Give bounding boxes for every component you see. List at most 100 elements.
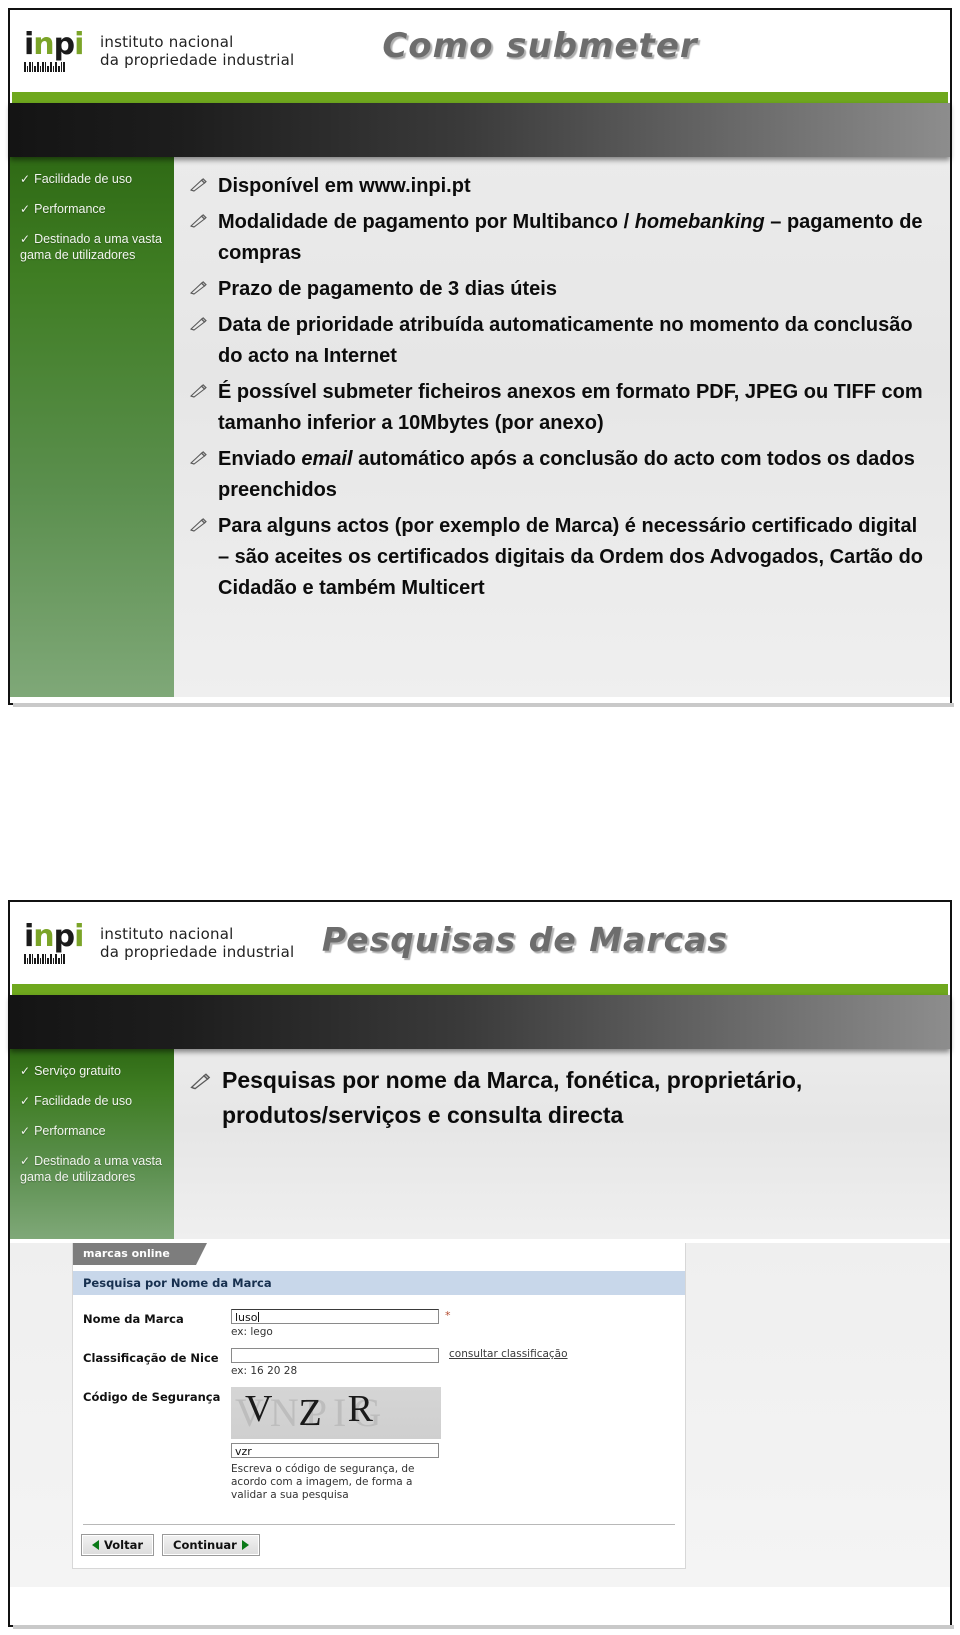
bullet-item: Pesquisas por nome da Marca, fonética, p… [188,1063,928,1133]
bullet-text: Modalidade de pagamento por Multibanco /… [218,211,923,264]
sidebar-item: ✓ Performance [20,201,166,217]
text-caret [257,1312,259,1322]
form-row-classificacao-de-nice: Classificação de Nice consultar classifi… [83,1348,685,1377]
bullet-item: É possível submeter ficheiros anexos em … [188,377,928,439]
codigo-de-seguranca-value: vzr [235,1445,252,1458]
section-header: Pesquisa por Nome da Marca [73,1271,685,1295]
pencil-icon [188,274,218,295]
check-icon: ✓ [20,1124,31,1138]
slide2-content: Pesquisas por nome da Marca, fonética, p… [174,1049,950,1239]
page-title: Como submeter [382,26,698,66]
check-icon: ✓ [20,1064,31,1078]
slide2-sidebar: ✓ Serviço gratuito ✓ Facilidade de uso ✓ Pe… [10,1049,174,1239]
pencil-icon [188,444,218,465]
bullet-item: Data de prioridade atribuída automaticam… [188,310,928,372]
check-icon: ✓ [20,202,31,216]
sidebar-item: ✓ Destinado a uma vasta gama de utilizado… [20,1153,166,1185]
nome-da-marca-control: luso * ex: lego [231,1309,685,1338]
nome-da-marca-label: Nome da Marca [83,1312,184,1326]
codigo-de-seguranca-input[interactable]: vzr [231,1443,439,1458]
input-with-required: luso * [231,1309,685,1324]
marcas-online-screenshot: marcas online Pesquisa por Nome da Marca… [72,1243,686,1569]
sidebar-item: ✓ Facilidade de uso [20,1093,166,1109]
check-icon: ✓ [20,1154,31,1168]
captcha-code-text: VZR [245,1388,400,1434]
input-with-link: consultar classificação [231,1348,685,1363]
codigo-de-seguranca-control: VNPIG VZR vzr Escreva o código de segura… [231,1387,685,1502]
check-icon: ✓ [20,172,31,186]
sidebar-item-label: Facilidade de uso [34,1094,133,1108]
required-asterisk: * [445,1309,451,1322]
screenshot-panel: Pesquisa por Nome da Marca Nome da Marca… [73,1265,685,1568]
screenshot-tab-row: marcas online [73,1243,685,1265]
bullet-item: Disponível em www.inpi.pt [188,171,928,202]
classificacao-de-nice-label: Classificação de Nice [83,1351,219,1365]
form-row-nome-da-marca: Nome da Marca luso * ex: lego [83,1309,685,1338]
slide1-sidebar: ✓ Facilidade de uso ✓ Performance ✓ Destina… [10,157,174,697]
bullet-item: Enviado email automático após a conclusã… [188,444,928,506]
bullet-text: Enviado email automático após a conclusã… [218,448,915,501]
check-icon: ✓ [20,1094,31,1108]
classificacao-de-nice-hint: ex: 16 20 28 [231,1365,298,1377]
pencil-icon [188,511,218,532]
bullet-text: Pesquisas por nome da Marca, fonética, p… [222,1067,803,1128]
slide2-body: ✓ Serviço gratuito ✓ Facilidade de uso ✓ Pe… [10,1049,950,1239]
nome-da-marca-value: luso [235,1311,258,1324]
codigo-de-seguranca-label: Código de Segurança [83,1390,221,1404]
pencil-icon [188,377,218,398]
tab-marcas-online[interactable]: marcas online [73,1243,207,1265]
sidebar-item: ✓ Destinado a uma vasta gama de utilizado… [20,231,166,263]
bullet-item: Prazo de pagamento de 3 dias úteis [188,274,928,305]
classificacao-de-nice-input[interactable] [231,1348,439,1363]
captcha-image: VNPIG VZR [231,1387,441,1439]
pencil-icon [188,171,218,192]
green-accent-bar [12,984,948,995]
voltar-button[interactable]: Voltar [81,1534,155,1556]
bullet-text: Prazo de pagamento de 3 dias úteis [218,278,557,300]
bullet-item: Modalidade de pagamento por Multibanco /… [188,207,928,269]
slide-como-submeter: inpi instituto nacional da propriedade i… [8,8,954,707]
bullet-item: Para alguns actos (por exemplo de Marca)… [188,511,928,604]
arrow-right-icon [241,1540,249,1550]
sidebar-item-label: Performance [34,1124,106,1138]
form-row-codigo-de-seguranca: Código de Segurança VNPIG VZR vzr Escrev… [83,1387,685,1502]
dark-gradient-band [10,995,950,1049]
nome-da-marca-input[interactable]: luso [231,1309,439,1324]
slide1-body: ✓ Facilidade de uso ✓ Performance ✓ Destina… [10,157,950,697]
nome-da-marca-hint: ex: lego [231,1326,273,1338]
green-accent-bar [12,92,948,103]
classificacao-de-nice-control: consultar classificação ex: 16 20 28 [231,1348,685,1377]
sidebar-item: ✓ Performance [20,1123,166,1139]
dark-gradient-band [10,103,950,157]
bullet-text: Para alguns actos (por exemplo de Marca)… [218,515,924,599]
slide-pesquisas-de-marcas: inpi instituto nacional da propriedade i… [8,900,954,1629]
bullet-list: Pesquisas por nome da Marca, fonética, p… [188,1063,928,1133]
check-icon: ✓ [20,232,31,246]
voltar-label: Voltar [104,1538,144,1552]
continuar-label: Continuar [173,1538,237,1552]
search-form: Nome da Marca luso * ex: lego Classifica… [73,1295,685,1522]
sidebar-item-label: Serviço gratuito [34,1064,121,1078]
sidebar-item-label: Performance [34,202,106,216]
slide1-content: Disponível em www.inpi.pt Modalidade de … [174,157,950,697]
slide2-header: inpi instituto nacional da propriedade i… [10,902,950,984]
continuar-button[interactable]: Continuar [162,1534,260,1556]
bullet-text: É possível submeter ficheiros anexos em … [218,381,923,434]
pencil-icon [188,207,218,228]
sidebar-item-label: Destinado a uma vasta gama de utilizador… [20,1154,162,1184]
arrow-left-icon [92,1540,99,1550]
pencil-icon [188,310,218,331]
captcha-instructions: Escreva o código de segurança, de acordo… [231,1463,415,1501]
bullet-text: Disponível em www.inpi.pt [218,175,471,197]
presentation-page: inpi instituto nacional da propriedade i… [0,0,960,1635]
page-title: Pesquisas de Marcas [321,920,729,959]
bullet-list: Disponível em www.inpi.pt Modalidade de … [188,171,928,604]
sidebar-item-label: Facilidade de uso [34,172,133,186]
consultar-classificacao-link[interactable]: consultar classificação [449,1348,568,1360]
pencil-icon [188,1063,222,1090]
sidebar-item-label: Destinado a uma vasta gama de utilizador… [20,232,162,262]
slide1-header: inpi instituto nacional da propriedade i… [10,10,950,92]
sidebar-item: ✓ Serviço gratuito [20,1063,166,1079]
bullet-text: Data de prioridade atribuída automaticam… [218,314,913,367]
form-button-row: Voltar Continuar [73,1525,685,1568]
